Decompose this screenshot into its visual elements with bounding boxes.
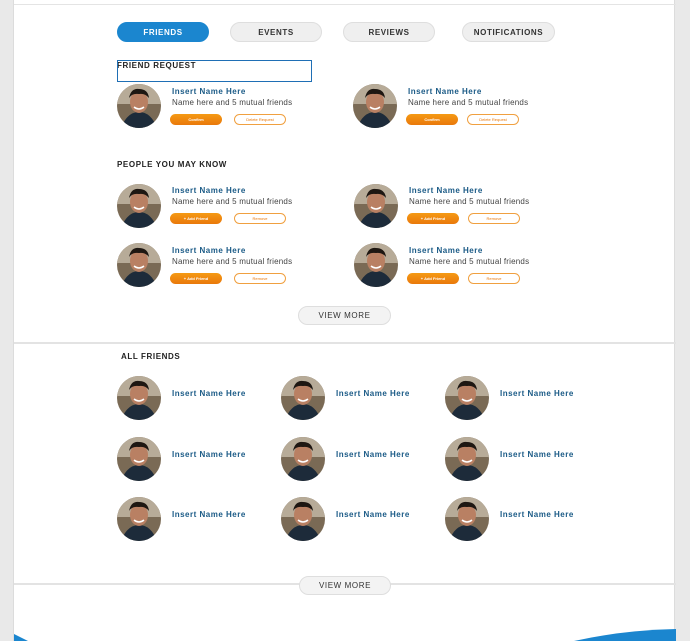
footer-wave [14,629,676,641]
add-friend-button[interactable]: + Add Friend [170,213,222,224]
view-more-friends-button[interactable]: VIEW MORE [299,576,391,595]
avatar[interactable] [354,184,398,228]
friend-name[interactable]: Insert Name Here [500,389,574,398]
avatar[interactable] [117,184,161,228]
avatar[interactable] [445,497,489,541]
delete-request-button[interactable]: Delete Request [234,114,286,125]
remove-button[interactable]: Remove [468,213,520,224]
add-friend-button[interactable]: + Add Friend [407,213,459,224]
view-more-suggestions-button[interactable]: VIEW MORE [298,306,391,325]
mutual-friends-text: Name here and 5 mutual friends [409,257,530,266]
friend-name[interactable]: Insert Name Here [500,450,574,459]
mutual-friends-text: Name here and 5 mutual friends [172,257,293,266]
person-name[interactable]: Insert Name Here [172,186,246,195]
avatar[interactable] [354,243,398,287]
person-name[interactable]: Insert Name Here [172,87,246,96]
avatar[interactable] [445,376,489,420]
friend-name[interactable]: Insert Name Here [336,389,410,398]
mutual-friends-text: Name here and 5 mutual friends [172,98,293,107]
friend-request-title-box [117,60,312,82]
section-divider [14,342,676,344]
add-friend-button[interactable]: + Add Friend [407,273,459,284]
friend-name[interactable]: Insert Name Here [172,450,246,459]
mutual-friends-text: Name here and 5 mutual friends [408,98,529,107]
confirm-button[interactable]: Confirm [406,114,458,125]
friend-name[interactable]: Insert Name Here [172,389,246,398]
avatar[interactable] [117,376,161,420]
tab-events[interactable]: EVENTS [230,22,322,42]
avatar[interactable] [117,243,161,287]
remove-button[interactable]: Remove [468,273,520,284]
delete-request-button[interactable]: Delete Request [467,114,519,125]
top-divider [14,4,676,5]
remove-button[interactable]: Remove [234,273,286,284]
friend-name[interactable]: Insert Name Here [336,450,410,459]
add-friend-button[interactable]: + Add Friend [170,273,222,284]
person-name[interactable]: Insert Name Here [409,246,483,255]
person-name[interactable]: Insert Name Here [409,186,483,195]
avatar[interactable] [117,497,161,541]
avatar[interactable] [117,437,161,481]
tab-friends[interactable]: FRIENDS [117,22,209,42]
person-name[interactable]: Insert Name Here [408,87,482,96]
friend-name[interactable]: Insert Name Here [500,510,574,519]
avatar[interactable] [117,84,161,128]
friend-name[interactable]: Insert Name Here [336,510,410,519]
avatar[interactable] [281,376,325,420]
remove-button[interactable]: Remove [234,213,286,224]
friend-name[interactable]: Insert Name Here [172,510,246,519]
mutual-friends-text: Name here and 5 mutual friends [172,197,293,206]
tab-reviews[interactable]: REVIEWS [343,22,435,42]
avatar[interactable] [445,437,489,481]
person-name[interactable]: Insert Name Here [172,246,246,255]
tab-notifications[interactable]: NOTIFICATIONS [462,22,555,42]
page: FRIENDS EVENTS REVIEWS NOTIFICATIONS FRI… [13,0,676,641]
people-you-may-know-title: PEOPLE YOU MAY KNOW [117,160,227,169]
all-friends-title: ALL FRIENDS [121,352,181,361]
avatar[interactable] [281,437,325,481]
mutual-friends-text: Name here and 5 mutual friends [409,197,530,206]
avatar[interactable] [353,84,397,128]
confirm-button[interactable]: Confirm [170,114,222,125]
avatar[interactable] [281,497,325,541]
